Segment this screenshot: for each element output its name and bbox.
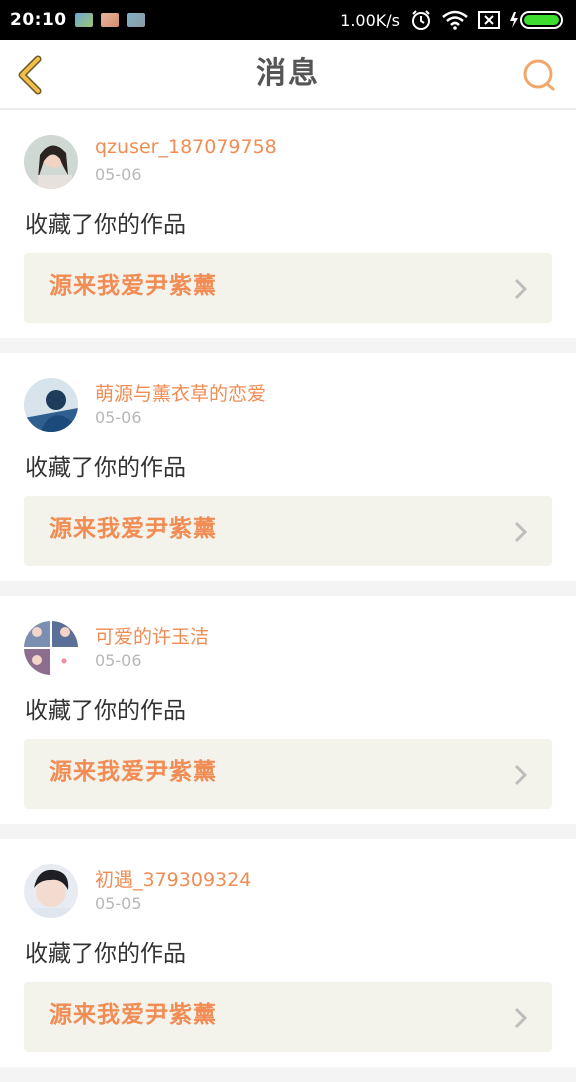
message-card: qzuser_187079758 05-06 收藏了你的作品 源来我爱尹紫薰 xyxy=(0,110,576,338)
message-card: 可爱的许玉洁 05-06 收藏了你的作品 源来我爱尹紫薰 xyxy=(0,596,576,824)
chevron-right-icon xyxy=(514,278,528,300)
search-button[interactable] xyxy=(522,58,556,92)
work-title: 源来我爱尹紫薰 xyxy=(49,516,217,542)
alarm-icon xyxy=(410,9,432,31)
page-title: 消息 xyxy=(256,56,320,91)
search-icon xyxy=(523,59,555,91)
work-link[interactable]: 源来我爱尹紫薰 xyxy=(24,253,552,323)
chevron-right-icon xyxy=(514,521,528,543)
avatar[interactable] xyxy=(24,135,78,189)
action-text: 收藏了你的作品 xyxy=(25,941,186,967)
work-title: 源来我爱尹紫薰 xyxy=(49,1002,217,1028)
battery-charging-icon xyxy=(510,10,566,30)
avatar[interactable] xyxy=(24,378,78,432)
wifi-icon xyxy=(442,10,468,30)
work-link[interactable]: 源来我爱尹紫薰 xyxy=(24,739,552,809)
app-header: 消息 xyxy=(0,40,576,110)
message-date: 05-06 xyxy=(95,651,142,670)
notification-icon xyxy=(126,13,145,27)
username[interactable]: 初遇_379309324 xyxy=(95,865,251,892)
message-card: 初遇_379309324 05-05 收藏了你的作品 源来我爱尹紫薰 xyxy=(0,839,576,1067)
username[interactable]: 可爱的许玉洁 xyxy=(95,622,209,649)
work-title: 源来我爱尹紫薰 xyxy=(49,273,217,299)
username[interactable]: qzuser_187079758 xyxy=(95,136,277,158)
username[interactable]: 萌源与薰衣草的恋爱 xyxy=(95,379,266,406)
status-time: 20:10 xyxy=(10,10,67,30)
no-sim-icon xyxy=(478,11,500,29)
work-link[interactable]: 源来我爱尹紫薰 xyxy=(24,496,552,566)
message-card: 萌源与薰衣草的恋爱 05-06 收藏了你的作品 源来我爱尹紫薰 xyxy=(0,353,576,581)
notification-icon xyxy=(74,13,93,27)
network-speed: 1.00K/s xyxy=(340,10,400,30)
chevron-right-icon xyxy=(514,1007,528,1029)
status-bar: 20:10 1.00K/s xyxy=(0,0,576,40)
avatar[interactable] xyxy=(24,621,78,675)
avatar[interactable] xyxy=(24,864,78,918)
action-text: 收藏了你的作品 xyxy=(25,212,186,238)
notification-icon xyxy=(100,13,119,27)
message-date: 05-06 xyxy=(95,408,142,427)
message-date: 05-06 xyxy=(95,165,142,184)
action-text: 收藏了你的作品 xyxy=(25,698,186,724)
work-link[interactable]: 源来我爱尹紫薰 xyxy=(24,982,552,1052)
action-text: 收藏了你的作品 xyxy=(25,455,186,481)
message-date: 05-05 xyxy=(95,894,142,913)
chevron-right-icon xyxy=(514,764,528,786)
work-title: 源来我爱尹紫薰 xyxy=(49,759,217,785)
message-list: qzuser_187079758 05-06 收藏了你的作品 源来我爱尹紫薰 萌… xyxy=(0,110,576,1082)
